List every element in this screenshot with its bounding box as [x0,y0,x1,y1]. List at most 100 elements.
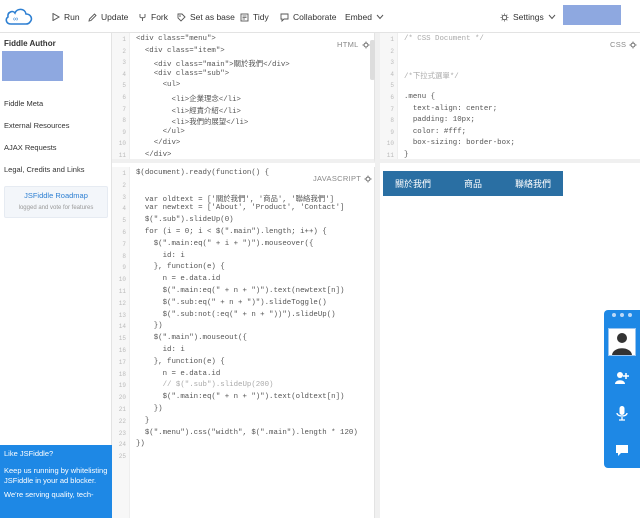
user-avatar[interactable] [563,5,621,25]
css-editor-panel[interactable]: 1 2 3 4 5 6 7 8 9 10 11 /* CSS Document */ /*下拉式選單*… [380,33,640,163]
gear-icon[interactable] [629,40,637,49]
code-line[interactable]: $(".main:eq(" + n + ")").text(newtext[n]… [136,287,345,295]
html-editor-panel[interactable]: 1 2 3 4 5 6 7 8 9 10 11 <div class="menu"> <div cl… [112,33,375,163]
embed-dropdown[interactable]: Embed [345,11,384,23]
microphone-icon[interactable] [614,405,630,421]
line-number: 10 [386,140,394,148]
add-contact-icon[interactable] [614,370,630,386]
code-line[interactable]: <div class="sub"> [136,70,229,78]
roadmap-title[interactable]: JSFiddle Roadmap [5,191,107,200]
tidy-button[interactable]: Tidy [240,11,269,23]
code-line[interactable]: var newtext = ['About', 'Product', 'Cont… [136,204,345,212]
line-number: 10 [118,276,126,284]
code-line[interactable]: var oldtext = ['關於我們', '商品', '聯絡我們'] [136,193,334,204]
collaborate-button[interactable]: Collaborate [280,11,336,23]
code-line[interactable]: id: i [136,346,185,354]
code-line[interactable]: for (i = 0; i < $(".main").length; i++) … [136,228,327,236]
code-line[interactable]: text-align: center; [404,105,497,113]
svg-text:∞: ∞ [13,16,18,23]
code-line[interactable]: }) [136,440,145,448]
ad-body: Keep us running by whitelisting JSFiddle… [4,466,108,485]
result-panel[interactable]: 關於我們 商品 聯絡我們 [380,167,640,518]
jsfiddle-logo-icon[interactable]: ∞ [4,5,34,27]
code-line[interactable]: /*下拉式選單*/ [404,70,459,81]
gear-icon[interactable] [362,40,370,49]
code-line[interactable]: <div class="menu"> [136,35,216,43]
line-number: 2 [122,181,126,189]
line-number: 5 [390,82,394,90]
code-line[interactable]: }, function(e) { [136,358,225,366]
code-line[interactable]: }, function(e) { [136,263,225,271]
code-line[interactable]: box-sizing: border-box; [404,139,515,147]
code-line[interactable]: <li>經責介紹</li> [136,105,241,116]
chat-bubble-icon [280,13,289,22]
code-line[interactable]: id: i [136,252,185,260]
line-number: 13 [118,311,126,319]
code-line[interactable]: <div class="main">關於我們</div> [136,58,290,69]
set-as-base-button[interactable]: Set as base [177,11,235,23]
pencil-icon [88,12,97,22]
code-line[interactable]: .menu { [404,93,435,101]
css-label-text: CSS [610,40,627,49]
code-line[interactable]: </div> [136,151,172,159]
fork-button[interactable]: Fork [138,11,168,23]
menu-item-about[interactable]: 關於我們 [383,171,443,196]
line-number: 6 [122,94,126,101]
sidebar-item-ajax-requests[interactable]: AJAX Requests [4,143,57,152]
sidebar-item-fiddle-meta[interactable]: Fiddle Meta [4,99,43,108]
contact-avatar[interactable] [608,328,636,356]
code-line[interactable]: <ul> [136,81,181,89]
widget-handle[interactable] [612,313,632,317]
code-line[interactable]: padding: 10px; [404,116,475,124]
roadmap-box[interactable]: JSFiddle Roadmap logged and vote for fea… [4,186,108,218]
code-line[interactable]: </div> [136,139,181,147]
line-number: 9 [122,128,126,136]
line-number: 20 [118,394,126,402]
html-panel-label: HTML [337,40,370,49]
code-line[interactable]: color: #fff; [404,128,466,136]
code-line[interactable]: }) [136,322,163,330]
code-line[interactable]: <li>企業理念</li> [136,93,241,104]
code-line[interactable]: } [404,151,408,159]
line-number: 3 [390,59,394,67]
code-line[interactable]: </ul> [136,128,185,136]
line-number: 8 [390,117,394,125]
update-button[interactable]: Update [88,11,128,23]
code-line[interactable]: $(".main").mouseout({ [136,334,247,342]
code-line[interactable]: } [136,417,149,425]
javascript-editor-panel[interactable]: 1 2 3 4 5 6 7 8 9 10 11 12 13 14 15 16 17 18 19 20 21 22 23 24 2… [112,167,375,518]
code-line[interactable]: $(".sub").slideUp(0) [136,216,234,224]
sidebar-item-legal-credits[interactable]: Legal, Credits and Links [4,165,84,174]
code-line[interactable]: n = e.data.id [136,275,221,283]
line-number: 16 [118,347,126,354]
code-line[interactable]: $(document).ready(function() { [136,169,269,177]
sidebar-item-external-resources[interactable]: External Resources [4,121,69,130]
line-number: 11 [118,288,126,295]
line-number: 7 [122,105,126,113]
roadmap-subtitle: logged and vote for features [18,205,94,211]
run-button[interactable]: Run [52,11,80,23]
code-line[interactable]: n = e.data.id [136,370,221,378]
code-line[interactable]: $(".menu").css("width", $(".main").lengt… [136,429,358,437]
menu-item-contact[interactable]: 聯絡我們 [503,171,563,196]
play-icon [52,13,60,21]
code-line[interactable]: $(".main:eq(" + n + ")").text(oldtext[n]… [136,393,345,401]
code-line[interactable]: $(".sub:eq(" + n + ")").slideToggle() [136,299,327,307]
code-line[interactable]: $(".main:eq(" + i + ")").mouseover({ [136,240,314,248]
gear-icon[interactable] [364,174,372,183]
message-icon[interactable] [614,442,630,458]
code-line[interactable]: <div class="item"> [136,47,225,55]
line-number: 19 [118,382,126,390]
line-number: 12 [118,299,126,307]
js-label-text: JAVASCRIPT [313,174,362,183]
code-line[interactable]: <li>我們的展望</li> [136,116,248,127]
code-line[interactable]: // $(".sub").slideUp(200) [136,381,274,389]
code-line[interactable]: }) [136,405,163,413]
settings-dropdown[interactable]: Settings [500,11,556,23]
line-number: 3 [122,193,126,201]
code-line[interactable]: /* CSS Document */ [404,35,484,43]
code-line[interactable]: $(".sub:not(:eq(" + n + "))").slideUp() [136,311,336,319]
line-number: 6 [122,229,126,236]
line-number: 5 [122,217,126,225]
menu-item-products[interactable]: 商品 [443,171,503,196]
